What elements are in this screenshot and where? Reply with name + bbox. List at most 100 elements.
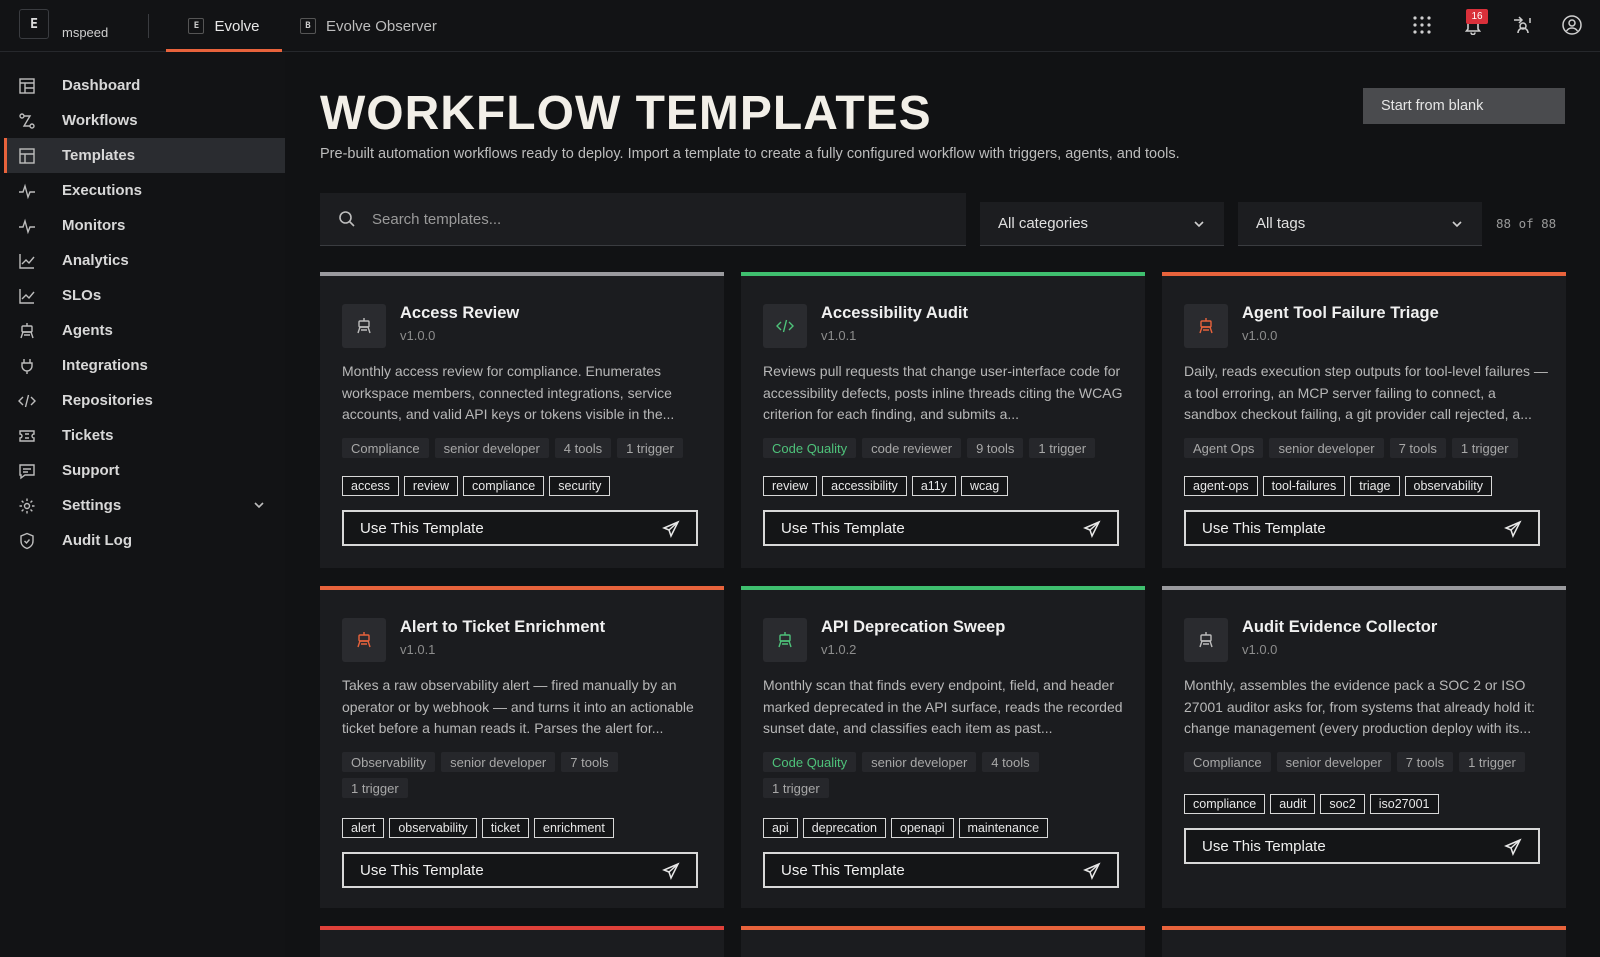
card-tags: access review compliance security xyxy=(342,476,611,496)
card-meta-chip: 9 tools xyxy=(967,438,1024,458)
card-tags: compliance audit soc2 iso27001 xyxy=(1184,794,1439,814)
card-tag[interactable]: maintenance xyxy=(958,818,1049,838)
search-input[interactable] xyxy=(372,193,952,246)
card-tag[interactable]: iso27001 xyxy=(1369,794,1439,814)
use-template-button[interactable]: Use This Template xyxy=(342,510,698,546)
tab-evolve[interactable]: E Evolve xyxy=(166,0,282,52)
use-template-button[interactable]: Use This Template xyxy=(763,510,1119,546)
card-tag[interactable]: openapi xyxy=(891,818,954,838)
robot-icon xyxy=(1184,304,1228,348)
category-select[interactable]: All categories xyxy=(980,202,1224,246)
card-meta-chip: senior developer xyxy=(1269,438,1384,458)
card-meta: Agent Ops senior developer 7 tools 1 trigge… xyxy=(1184,438,1554,458)
card-tag[interactable]: review xyxy=(763,476,818,496)
sidebar-item-executions[interactable]: Executions xyxy=(4,173,285,208)
use-template-button[interactable]: Use This Template xyxy=(763,852,1119,888)
search-icon xyxy=(338,210,356,233)
sidebar-item-integrations[interactable]: Integrations xyxy=(4,348,285,383)
tab-evolve-observer[interactable]: B Evolve Observer xyxy=(300,0,450,52)
sidebar-item-analytics[interactable]: Analytics xyxy=(4,243,285,278)
account-icon[interactable] xyxy=(1559,12,1585,38)
card-tag[interactable]: api xyxy=(763,818,798,838)
card-meta-chip: 7 tools xyxy=(561,752,618,772)
card-title: Accessibility Audit xyxy=(821,304,969,322)
sidebar-item-label: Support xyxy=(62,462,120,479)
app-logo[interactable]: E xyxy=(19,9,49,39)
template-card: Accessibility Audit v1.0.1 Reviews pull re… xyxy=(741,272,1145,568)
card-meta-chip: 7 tools xyxy=(1389,438,1446,458)
card-tag[interactable]: agent-ops xyxy=(1184,476,1258,496)
result-count: 88 of 88 xyxy=(1496,216,1557,231)
chevron-down-icon xyxy=(1192,217,1206,235)
card-version: v1.0.1 xyxy=(400,642,436,657)
card-tag[interactable]: ticket xyxy=(481,818,529,838)
card-meta-chip: Observability xyxy=(342,752,436,772)
card-tag[interactable]: tool-failures xyxy=(1262,476,1346,496)
card-meta-chip: 1 trigger xyxy=(1029,438,1096,458)
card-tag[interactable]: a11y xyxy=(911,476,956,496)
chart-line-icon xyxy=(18,287,36,305)
card-tags: api deprecation openapi maintenance xyxy=(763,818,1049,838)
card-tags: alert observability ticket enrichment xyxy=(342,818,614,838)
card-title: Access Review xyxy=(400,304,520,322)
card-tag[interactable]: deprecation xyxy=(802,818,887,838)
apps-grid-icon[interactable] xyxy=(1409,12,1435,38)
sidebar-item-audit-log[interactable]: Audit Log xyxy=(4,523,285,558)
card-version: v1.0.1 xyxy=(821,328,857,343)
sidebar: Dashboard Workflows Templates Executions Mon… xyxy=(0,52,285,957)
card-meta: Compliance senior developer 4 tools 1 trigg… xyxy=(342,438,712,458)
card-meta-chip: senior developer xyxy=(434,438,549,458)
use-template-button[interactable]: Use This Template xyxy=(1184,510,1540,546)
use-template-button[interactable]: Use This Template xyxy=(342,852,698,888)
card-tag[interactable]: security xyxy=(549,476,611,496)
switch-user-icon[interactable] xyxy=(1509,12,1535,38)
card-tag[interactable]: soc2 xyxy=(1320,794,1365,814)
chevron-down-icon xyxy=(1450,217,1464,235)
sidebar-item-monitors[interactable]: Monitors xyxy=(4,208,285,243)
use-template-button[interactable]: Use This Template xyxy=(1184,828,1540,864)
logo-text: E xyxy=(30,16,38,32)
card-tag[interactable]: enrichment xyxy=(534,818,614,838)
gear-icon xyxy=(18,497,36,515)
template-card: Audit Evidence Collector v1.0.0 Monthly, a… xyxy=(1162,586,1566,908)
sidebar-item-label: SLOs xyxy=(62,287,102,304)
chevron-down-icon[interactable] xyxy=(252,498,266,516)
card-tag[interactable]: observability xyxy=(1404,476,1492,496)
sidebar-item-support[interactable]: Support xyxy=(4,453,285,488)
card-meta-chip: 1 trigger xyxy=(342,778,408,798)
card-tag[interactable]: audit xyxy=(1270,794,1316,814)
card-tag[interactable]: accessibility xyxy=(822,476,907,496)
card-tags: review accessibility a11y wcag xyxy=(763,476,1009,496)
evolve-icon: E xyxy=(188,18,205,34)
sidebar-item-dashboard[interactable]: Dashboard xyxy=(4,68,285,103)
sidebar-item-slos[interactable]: SLOs xyxy=(4,278,285,313)
card-meta-chip: 1 trigger xyxy=(763,778,829,798)
sidebar-item-templates[interactable]: Templates xyxy=(4,138,285,173)
card-title: Alert to Ticket Enrichment xyxy=(400,618,606,636)
divider xyxy=(148,14,149,38)
sidebar-item-settings[interactable]: Settings xyxy=(4,488,285,523)
card-tag[interactable]: wcag xyxy=(961,476,1009,496)
sidebar-item-repositories[interactable]: Repositories xyxy=(4,383,285,418)
card-tag[interactable]: review xyxy=(403,476,459,496)
card-meta-chip: 4 tools xyxy=(554,438,612,458)
card-tag[interactable]: compliance xyxy=(1184,794,1266,814)
card-tag[interactable]: compliance xyxy=(463,476,545,496)
robot-icon xyxy=(342,618,386,662)
sidebar-item-workflows[interactable]: Workflows xyxy=(4,103,285,138)
card-tag[interactable]: triage xyxy=(1350,476,1400,496)
card-tag[interactable]: observability xyxy=(389,818,477,838)
card-meta: Code Quality code reviewer 9 tools 1 trigge… xyxy=(763,438,1133,458)
notification-badge: 16 xyxy=(1466,9,1488,24)
card-tag[interactable]: access xyxy=(342,476,399,496)
card-meta-chip: Compliance xyxy=(1184,752,1271,772)
sidebar-item-agents[interactable]: Agents xyxy=(4,313,285,348)
org-name[interactable]: mspeed xyxy=(62,25,108,40)
chart-line-icon xyxy=(18,252,36,270)
tag-select[interactable]: All tags xyxy=(1238,202,1482,246)
start-from-blank-button[interactable]: Start from blank xyxy=(1363,88,1565,124)
use-template-label: Use This Template xyxy=(781,519,905,537)
card-tag[interactable]: alert xyxy=(342,818,385,838)
templates-icon xyxy=(18,147,36,165)
sidebar-item-tickets[interactable]: Tickets xyxy=(4,418,285,453)
